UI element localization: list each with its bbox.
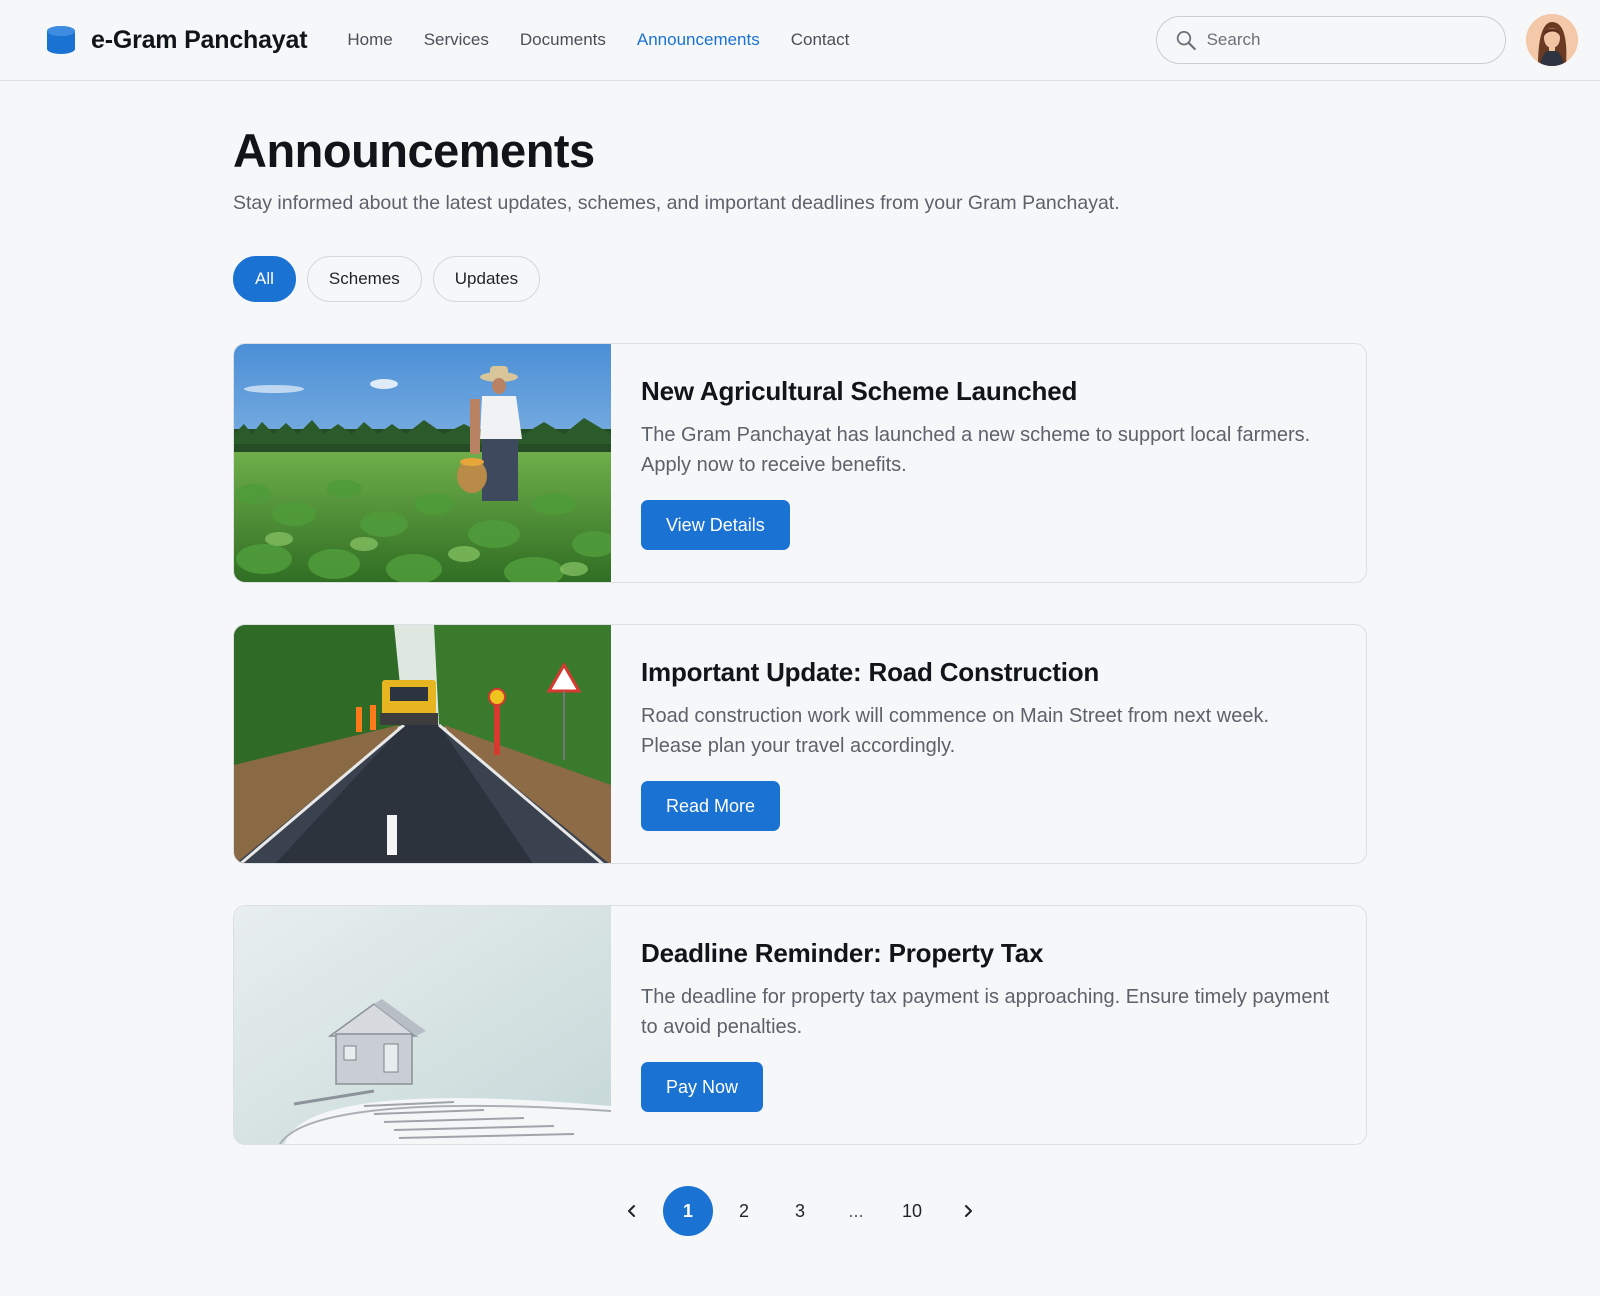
chevron-left-icon[interactable]: [607, 1186, 657, 1236]
card-body: Important Update: Road Construction Road…: [611, 625, 1361, 863]
card-text: The Gram Panchayat has launched a new sc…: [641, 424, 1311, 476]
page-3[interactable]: 3: [775, 1186, 825, 1236]
nav-contact[interactable]: Contact: [791, 30, 850, 50]
page-10[interactable]: 10: [887, 1186, 937, 1236]
card-title: Important Update: Road Construction: [641, 657, 1100, 687]
top-header: e-Gram Panchayat Home Services Documents…: [0, 0, 1600, 81]
card-body: Deadline Reminder: Property Tax The dead…: [611, 906, 1361, 1144]
chevron-right-icon[interactable]: [943, 1186, 993, 1236]
card-text: The deadline for property tax payment is…: [641, 986, 1330, 1038]
road-construction-photo: [234, 625, 611, 863]
brand[interactable]: e-Gram Panchayat: [45, 24, 308, 56]
nav-announcements[interactable]: Announcements: [637, 30, 760, 50]
database-icon: [47, 26, 75, 54]
brand-name: e-Gram Panchayat: [91, 25, 308, 54]
filter-chips: All Schemes Updates: [233, 256, 1367, 302]
card-body: New Agricultural Scheme Launched The Gra…: [611, 344, 1361, 582]
page-subtitle: Stay informed about the latest updates, …: [233, 192, 1120, 214]
page-1[interactable]: 1: [663, 1186, 713, 1236]
main-nav: Home Services Documents Announcements Co…: [347, 30, 880, 50]
nav-documents[interactable]: Documents: [520, 30, 606, 50]
pay-now-button[interactable]: Pay Now: [641, 1062, 764, 1112]
pagination: 1 2 3 ... 10: [233, 1186, 1367, 1236]
card-title: Deadline Reminder: Property Tax: [641, 938, 1044, 968]
view-details-button[interactable]: View Details: [641, 500, 790, 550]
card-title: New Agricultural Scheme Launched: [641, 376, 1078, 406]
page-2[interactable]: 2: [719, 1186, 769, 1236]
farmer-field-photo: [234, 344, 611, 582]
search-box[interactable]: [1156, 16, 1506, 64]
search-input[interactable]: [1206, 30, 1487, 50]
announcement-list: New Agricultural Scheme Launched The Gra…: [233, 343, 1367, 1145]
avatar[interactable]: [1526, 14, 1578, 66]
page-title: Announcements: [233, 124, 595, 177]
nav-home[interactable]: Home: [347, 30, 392, 50]
announcement-card: New Agricultural Scheme Launched The Gra…: [233, 343, 1367, 583]
nav-services[interactable]: Services: [424, 30, 489, 50]
house-tax-document-photo: [234, 906, 611, 1144]
user-avatar-icon: [1526, 14, 1578, 66]
filter-all[interactable]: All: [233, 256, 296, 302]
announcement-card: Important Update: Road Construction Road…: [233, 624, 1367, 864]
card-text: Road construction work will commence on …: [641, 705, 1270, 757]
main-content: Announcements Stay informed about the la…: [233, 81, 1367, 1236]
announcement-card: Deadline Reminder: Property Tax The dead…: [233, 905, 1367, 1145]
page-ellipsis: ...: [848, 1200, 864, 1221]
filter-updates[interactable]: Updates: [432, 256, 541, 302]
filter-schemes[interactable]: Schemes: [306, 256, 422, 302]
read-more-button[interactable]: Read More: [641, 781, 781, 831]
search-icon: [1176, 31, 1196, 51]
